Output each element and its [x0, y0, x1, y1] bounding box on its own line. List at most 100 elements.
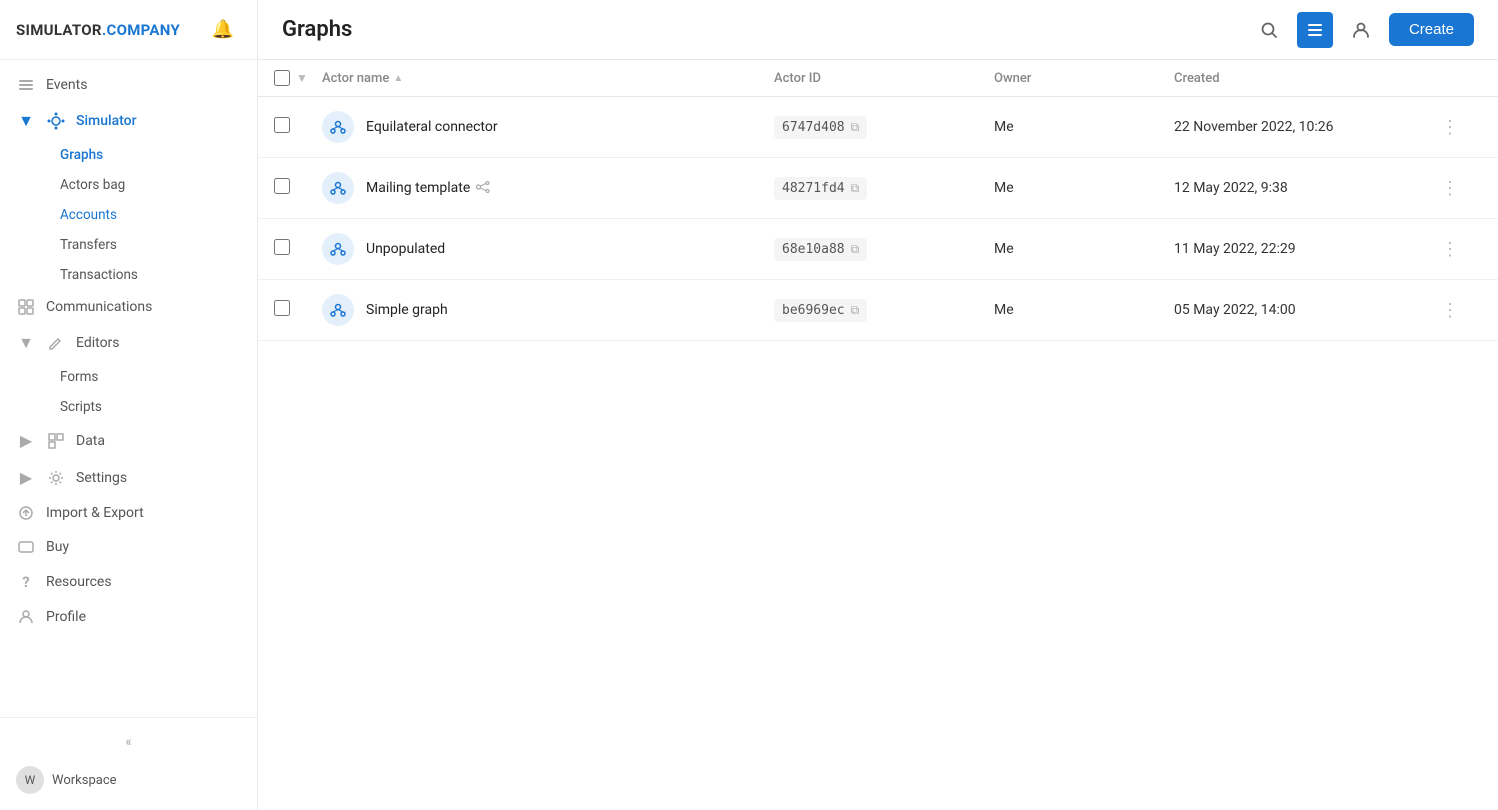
row3-more-button[interactable]: ⋮	[1434, 233, 1466, 265]
data-icon	[46, 433, 66, 449]
col-created-header: Created	[1174, 71, 1434, 86]
main-content: Graphs Create ▼ Actor name	[258, 0, 1498, 810]
editors-chevron: ▼	[16, 333, 36, 353]
import-export-label: Import & Export	[46, 505, 144, 521]
communications-icon	[16, 299, 36, 315]
select-all-checkbox[interactable]	[274, 70, 290, 86]
row2-owner-cell: Me	[994, 180, 1174, 196]
row3-owner-cell: Me	[994, 241, 1174, 257]
table-row[interactable]: Unpopulated 68e10a88 ⧉ Me 11 May 2022, 2…	[258, 219, 1498, 280]
list-view-button[interactable]	[1297, 12, 1333, 48]
collapse-sidebar-button[interactable]: «	[0, 726, 257, 758]
table-row[interactable]: Mailing template 48271fd4 ⧉ Me 12 May 20…	[258, 158, 1498, 219]
row1-actor-icon	[322, 111, 354, 143]
row3-id-value: 68e10a88	[782, 242, 845, 257]
workspace-item[interactable]: W Workspace	[0, 758, 257, 802]
row4-id-value: be6969ec	[782, 303, 845, 318]
buy-icon	[16, 539, 36, 555]
sidebar-item-transactions[interactable]: Transactions	[44, 260, 257, 290]
row1-copy-icon[interactable]: ⧉	[851, 120, 860, 135]
row3-actor-name: Unpopulated	[366, 241, 445, 257]
sidebar: SIMULATOR.COMPANY 🔔 Events ▼ Simulator G…	[0, 0, 258, 810]
sidebar-item-forms[interactable]: Forms	[44, 362, 257, 392]
row2-copy-icon[interactable]: ⧉	[851, 181, 860, 196]
row3-actor-icon	[322, 233, 354, 265]
search-button[interactable]	[1251, 12, 1287, 48]
resources-label: Resources	[46, 574, 112, 590]
buy-label: Buy	[46, 539, 69, 555]
table-row[interactable]: Simple graph be6969ec ⧉ Me 05 May 2022, …	[258, 280, 1498, 341]
row4-copy-icon[interactable]: ⧉	[851, 303, 860, 318]
sidebar-item-settings[interactable]: ▶ Settings	[0, 459, 257, 496]
row3-created-cell: 11 May 2022, 22:29	[1174, 241, 1434, 257]
actor-name-label: Actor name	[322, 71, 389, 86]
row1-id-value: 6747d408	[782, 120, 845, 135]
row2-more-button[interactable]: ⋮	[1434, 172, 1466, 204]
header-actions: Create	[1251, 12, 1474, 48]
simulator-subnav: Graphs Actors bag Accounts Transfers Tra…	[0, 140, 257, 290]
user-menu-button[interactable]	[1343, 12, 1379, 48]
created-label: Created	[1174, 71, 1220, 86]
simulator-chevron: ▼	[16, 111, 36, 131]
row2-id-badge: 48271fd4 ⧉	[774, 177, 867, 200]
sidebar-navigation: Events ▼ Simulator Graphs Actors bag Acc…	[0, 60, 257, 717]
row2-id-cell: 48271fd4 ⧉	[774, 177, 994, 200]
settings-label: Settings	[76, 470, 127, 486]
row2-created-cell: 12 May 2022, 9:38	[1174, 180, 1434, 196]
sidebar-item-transfers[interactable]: Transfers	[44, 230, 257, 260]
brand-name: SIMULATOR.COMPANY	[16, 21, 180, 39]
sidebar-item-simulator[interactable]: ▼ Simulator	[0, 102, 257, 140]
row4-actions-cell: ⋮	[1434, 294, 1482, 326]
row4-actor-name: Simple graph	[366, 302, 448, 318]
bell-icon[interactable]: 🔔	[205, 12, 241, 48]
row3-checkbox-cell	[274, 239, 322, 259]
sidebar-item-profile[interactable]: Profile	[0, 600, 257, 634]
sidebar-bottom: « W Workspace	[0, 717, 257, 810]
col-actor-name-header[interactable]: Actor name ▲	[322, 71, 774, 86]
row4-checkbox[interactable]	[274, 300, 290, 316]
row4-more-button[interactable]: ⋮	[1434, 294, 1466, 326]
sidebar-item-buy[interactable]: Buy	[0, 530, 257, 564]
row4-created-cell: 05 May 2022, 14:00	[1174, 302, 1434, 318]
sidebar-item-scripts[interactable]: Scripts	[44, 392, 257, 422]
sidebar-item-editors[interactable]: ▼ Editors	[0, 324, 257, 362]
sidebar-item-graphs[interactable]: Graphs	[44, 140, 257, 170]
table-header-row: ▼ Actor name ▲ Actor ID Owner Created	[258, 60, 1498, 97]
col-owner-header: Owner	[994, 71, 1174, 86]
filter-icon[interactable]: ▼	[296, 71, 308, 85]
profile-label: Profile	[46, 609, 86, 625]
row1-name-cell: Equilateral connector	[322, 111, 774, 143]
sidebar-item-resources[interactable]: ? Resources	[0, 564, 257, 600]
row1-owner-cell: Me	[994, 119, 1174, 135]
row3-checkbox[interactable]	[274, 239, 290, 255]
row2-actor-icon	[322, 172, 354, 204]
row4-name-cell: Simple graph	[322, 294, 774, 326]
table-row[interactable]: Equilateral connector 6747d408 ⧉ Me 22 N…	[258, 97, 1498, 158]
sidebar-item-events[interactable]: Events	[0, 68, 257, 102]
col-checkbox: ▼	[274, 70, 322, 86]
graphs-table-container: ▼ Actor name ▲ Actor ID Owner Created	[258, 60, 1498, 810]
sidebar-item-import-export[interactable]: Import & Export	[0, 496, 257, 530]
events-label: Events	[46, 77, 87, 93]
row4-actor-icon	[322, 294, 354, 326]
row4-owner-cell: Me	[994, 302, 1174, 318]
row1-checkbox[interactable]	[274, 117, 290, 133]
editors-subnav: Forms Scripts	[0, 362, 257, 422]
create-button[interactable]: Create	[1389, 13, 1474, 46]
row2-checkbox[interactable]	[274, 178, 290, 194]
row3-name-cell: Unpopulated	[322, 233, 774, 265]
sidebar-item-accounts[interactable]: Accounts	[44, 200, 257, 230]
editors-label: Editors	[76, 335, 120, 351]
row1-created-cell: 22 November 2022, 10:26	[1174, 119, 1434, 135]
sidebar-logo: SIMULATOR.COMPANY 🔔	[0, 0, 257, 60]
row2-actions-cell: ⋮	[1434, 172, 1482, 204]
sidebar-item-data[interactable]: ▶ Data	[0, 422, 257, 459]
events-icon	[16, 77, 36, 93]
page-title: Graphs	[282, 17, 1239, 42]
col-actor-id-header: Actor ID	[774, 71, 994, 86]
row1-more-button[interactable]: ⋮	[1434, 111, 1466, 143]
data-chevron: ▶	[16, 431, 36, 450]
sidebar-item-actors-bag[interactable]: Actors bag	[44, 170, 257, 200]
row3-copy-icon[interactable]: ⧉	[851, 242, 860, 257]
sidebar-item-communications[interactable]: Communications	[0, 290, 257, 324]
